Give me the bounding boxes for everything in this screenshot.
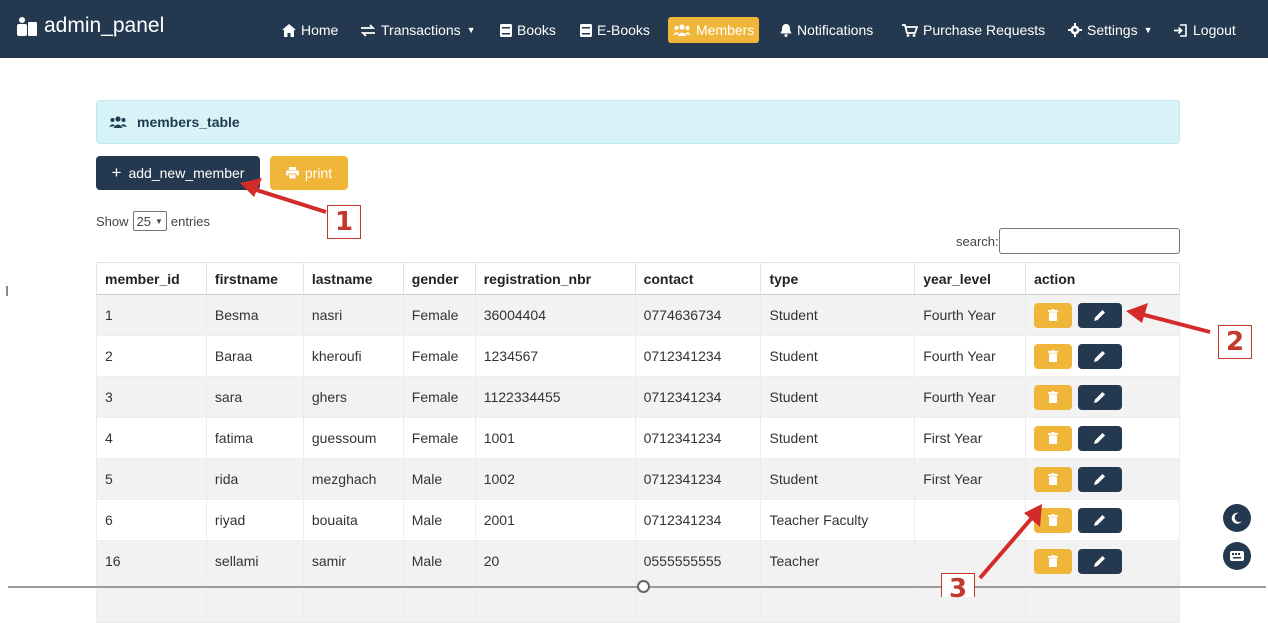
annotation-layer <box>240 178 1211 580</box>
annotation-label-1: 1 <box>327 205 361 239</box>
annotation-label-3: 3 <box>941 573 975 604</box>
annotation-arrow-2 <box>1126 303 1211 334</box>
annotation-arrow-1 <box>240 178 327 214</box>
annotation-label-2: 2 <box>1218 325 1252 359</box>
annotation-arrow-3 <box>978 504 1042 580</box>
